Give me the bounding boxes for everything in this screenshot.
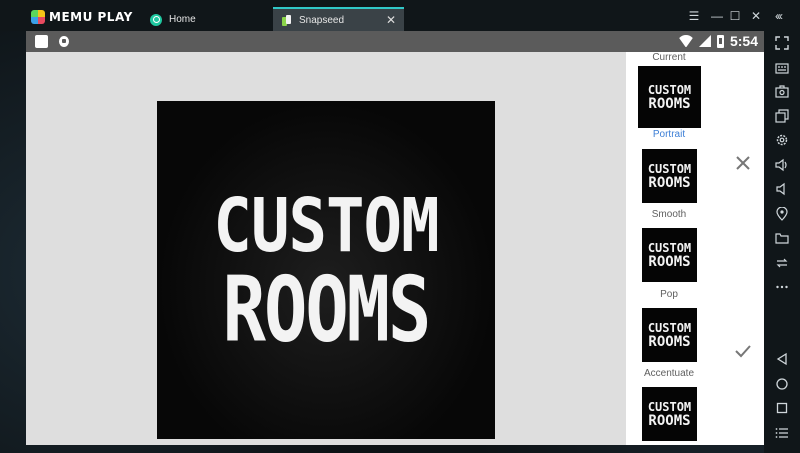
volume-up-icon[interactable] (773, 157, 791, 173)
filter-thumb-next[interactable]: CUSTOM ROOMS (642, 387, 697, 441)
maximize-icon[interactable]: ☐ (727, 9, 743, 23)
tab-snapseed[interactable]: Snapseed ✕ (273, 7, 404, 31)
home-tab-icon (150, 13, 162, 26)
thumb-text: ROOMS (648, 253, 691, 270)
folder-icon[interactable] (773, 230, 791, 246)
fullscreen-icon[interactable] (773, 35, 791, 51)
filter-thumb-current[interactable]: CUSTOM ROOMS (638, 66, 701, 128)
photo-text-line1: CUSTOM (213, 184, 439, 270)
emulator-titlebar: MEMU PLAY Home Snapseed ✕ ☰ — ☐ ✕ ‹‹‹ (0, 0, 800, 31)
app-title: MEMU PLAY (49, 10, 133, 24)
snapseed-tab-icon (282, 14, 291, 26)
thumb-text: CUSTOM (647, 161, 692, 176)
photo-text-line2: ROOMS (222, 256, 432, 362)
filter-accentuate[interactable]: Accentuate (626, 368, 712, 380)
memu-logo-icon (31, 10, 45, 24)
thumb-text: ROOMS (648, 95, 691, 112)
filter-label: Current (652, 52, 686, 63)
collapse-sidebar-icon[interactable]: ‹‹‹ (770, 9, 786, 23)
tab-snapseed-label: Snapseed (299, 14, 345, 26)
sync-icon[interactable] (773, 255, 791, 271)
thumb-text: ROOMS (648, 174, 691, 191)
filter-label: Pop (660, 289, 678, 300)
signal-icon (698, 35, 711, 47)
snapseed-editor: CUSTOM ROOMS Current CUSTOM ROOMS Portra… (26, 52, 764, 445)
thumb-text: CUSTOM (647, 320, 692, 335)
menu-icon[interactable]: ☰ (686, 9, 702, 23)
shield-icon (59, 36, 69, 47)
filter-smooth[interactable]: Smooth (626, 209, 712, 221)
tab-close-icon[interactable]: ✕ (386, 13, 396, 27)
multi-window-icon[interactable] (773, 108, 791, 124)
tab-home[interactable]: Home (150, 8, 270, 31)
notification-icon (35, 35, 48, 48)
filter-thumb-pop[interactable]: CUSTOM ROOMS (642, 228, 697, 282)
volume-down-icon[interactable] (773, 181, 791, 197)
screenshot-icon[interactable] (773, 84, 791, 100)
thumb-text: CUSTOM (647, 399, 692, 414)
back-icon[interactable] (773, 351, 791, 367)
more-icon[interactable] (773, 279, 791, 295)
thumb-text: CUSTOM (647, 240, 692, 255)
window-close-icon[interactable]: ✕ (748, 9, 764, 23)
filter-label: Accentuate (643, 368, 695, 379)
close-icon[interactable] (734, 154, 752, 172)
filter-thumb-smooth[interactable]: CUSTOM ROOMS (642, 149, 697, 203)
memu-logo: MEMU PLAY (31, 10, 133, 24)
keyboard-icon[interactable] (773, 60, 791, 76)
recent-apps-icon[interactable] (773, 400, 791, 416)
filter-current[interactable]: Current (626, 52, 712, 64)
tab-home-label: Home (169, 14, 196, 25)
wifi-icon (679, 35, 693, 47)
filter-label: Portrait (652, 129, 686, 140)
settings-icon[interactable] (773, 132, 791, 148)
thumb-text: ROOMS (648, 412, 691, 429)
photo-preview[interactable]: CUSTOM ROOMS (157, 101, 495, 439)
filter-thumb-accentuate[interactable]: CUSTOM ROOMS (642, 308, 697, 362)
filter-label: Smooth (651, 209, 687, 220)
home-icon[interactable] (773, 376, 791, 392)
list-icon[interactable] (773, 425, 791, 441)
minimize-icon[interactable]: — (709, 9, 725, 23)
android-statusbar: 5:54 (26, 31, 764, 52)
filter-pop[interactable]: Pop (626, 289, 712, 301)
thumb-text: ROOMS (648, 333, 691, 350)
battery-icon (716, 34, 724, 48)
location-icon[interactable] (773, 206, 791, 222)
filter-panel: Current CUSTOM ROOMS Portrait CUSTOM ROO… (626, 52, 764, 445)
filter-portrait[interactable]: Portrait (626, 129, 712, 141)
emulator-toolbar (764, 31, 800, 453)
status-time: 5:54 (729, 33, 758, 49)
thumb-text: CUSTOM (647, 82, 692, 97)
check-icon[interactable] (734, 344, 752, 358)
